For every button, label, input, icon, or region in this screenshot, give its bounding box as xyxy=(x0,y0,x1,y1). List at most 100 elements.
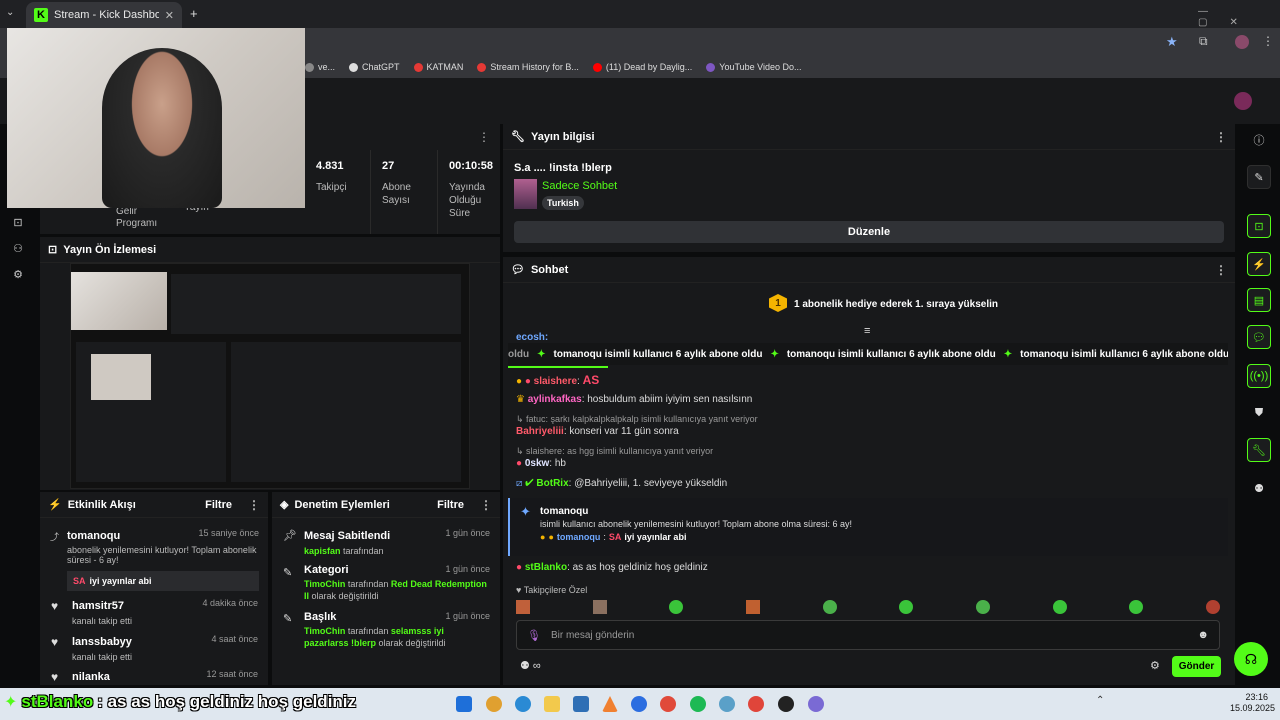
chat-username[interactable]: tomanoqu xyxy=(557,532,601,542)
tab-kick-dashboard[interactable]: K Stream - Kick Dashboard ✕ xyxy=(26,2,182,28)
gift-banner-text[interactable]: 1 abonelik hediye ederek 1. sıraya yükse… xyxy=(794,299,998,310)
emote-icon[interactable] xyxy=(592,600,607,614)
emote-icon[interactable] xyxy=(1205,600,1220,614)
app-icon[interactable] xyxy=(573,696,589,712)
star-icon[interactable]: ★ xyxy=(1166,34,1178,50)
emote-icon[interactable] xyxy=(745,600,760,614)
kick-logo-icon: K xyxy=(34,8,48,22)
category-thumbnail xyxy=(514,179,537,209)
bookmark-item[interactable]: (11) Dead by Daylig... xyxy=(592,62,692,72)
chat-username[interactable]: BotRix xyxy=(536,478,568,489)
pencil-icon[interactable]: ✎ xyxy=(1247,165,1271,189)
settings-icon[interactable]: ⚙ xyxy=(8,264,28,284)
microphone-icon[interactable]: 🎙︎ xyxy=(527,629,541,642)
activity-time: 4 dakika önce xyxy=(202,598,258,608)
wrench-icon[interactable]: 🔧︎ xyxy=(1247,438,1271,462)
chrome-icon[interactable] xyxy=(748,696,764,712)
app-icon[interactable] xyxy=(631,696,647,712)
chat-input[interactable]: 🎙︎ Bir mesaj gönderin ☻ xyxy=(516,620,1220,650)
start-icon[interactable] xyxy=(456,696,472,712)
emote-icon[interactable] xyxy=(669,600,684,614)
broadcast-icon[interactable]: ((•)) xyxy=(1247,364,1271,388)
stat-revenue-label: Gelir Programı xyxy=(116,206,158,229)
emote-icon[interactable] xyxy=(1052,600,1067,614)
activity-user: lanssbabyy xyxy=(72,636,132,648)
bookmark-item[interactable]: YouTube Video Do... xyxy=(706,62,802,72)
app-icon[interactable] xyxy=(719,696,735,712)
emote-icon[interactable] xyxy=(899,600,914,614)
profile-avatar[interactable] xyxy=(1235,35,1249,49)
activity-text: kanalı takip etti xyxy=(72,652,133,662)
preview-icon[interactable]: ⊡ xyxy=(8,212,28,232)
edge-icon[interactable] xyxy=(515,696,531,712)
sa-emote: SA xyxy=(73,576,86,586)
emoji-icon[interactable]: ☻ xyxy=(1197,629,1209,641)
close-icon[interactable]: ✕ xyxy=(165,9,174,22)
sparkle-icon: ✦ xyxy=(1003,348,1013,360)
bookmark-item[interactable]: ve... xyxy=(305,62,335,72)
moderation-item: Başlık 1 gün önce TimoChin tarafından se… xyxy=(304,610,490,649)
resub-icon: ⤴ xyxy=(50,532,60,542)
tray-expand-icon[interactable]: ⌃ xyxy=(1096,695,1104,706)
app-icon[interactable] xyxy=(486,696,502,712)
more-options-icon[interactable]: ⋮ xyxy=(480,498,492,512)
chat-message: Bahriyeliii: konseri var 11 gün sonra xyxy=(516,426,679,437)
emote-icon[interactable] xyxy=(516,600,530,614)
new-tab-icon[interactable]: + xyxy=(190,6,198,21)
emote-icon[interactable] xyxy=(1129,600,1144,614)
window-controls[interactable]: —▢✕ xyxy=(1198,6,1280,28)
gear-icon[interactable]: ⚙ xyxy=(1150,659,1160,672)
mod-icon[interactable]: ⛊ xyxy=(1247,401,1271,425)
chat-username[interactable]: 0skw xyxy=(525,458,549,469)
users-icon[interactable]: ⚉ xyxy=(1247,476,1271,500)
ticker-item: tomanoqu isimli kullanıcı 6 aylık abone … xyxy=(786,348,996,360)
more-options-icon[interactable]: ⋮ xyxy=(1215,130,1227,144)
bookmark-item[interactable]: ChatGPT xyxy=(349,62,400,72)
extensions-icon[interactable]: ⧉ xyxy=(1199,34,1208,49)
chat-username[interactable]: slaishere xyxy=(534,376,577,387)
clock[interactable]: 23:16 15.09.2025 xyxy=(1230,692,1275,714)
filter-icon[interactable]: ≡ xyxy=(864,325,870,337)
menu-icon[interactable]: ⋮ xyxy=(1262,34,1274,48)
user-avatar[interactable] xyxy=(1234,92,1252,110)
chat-username[interactable]: aylinkafkas xyxy=(528,394,582,405)
spotify-icon[interactable] xyxy=(690,696,706,712)
activity-user: tomanoqu xyxy=(67,530,121,542)
preview-panel: ⊡ Yayın Ön İzlemesi xyxy=(40,237,500,490)
send-button[interactable]: Gönder xyxy=(1172,656,1221,677)
emote-icon[interactable] xyxy=(975,600,990,614)
chat-bubble-icon[interactable]: 💬︎ xyxy=(1247,325,1271,349)
support-button[interactable]: ☊ xyxy=(1234,642,1268,676)
more-options-icon[interactable]: ⋮ xyxy=(1215,263,1227,277)
more-options-icon[interactable]: ⋮ xyxy=(248,498,260,512)
more-options-icon[interactable]: ⋮ xyxy=(478,130,490,144)
bolt-icon[interactable]: ⚡ xyxy=(1247,252,1271,276)
chat-text: : as as hoş geldiniz hoş geldiniz xyxy=(567,562,708,573)
users-icon[interactable]: ⚉ ∞ xyxy=(520,659,541,672)
wrench-icon: 🔧︎ xyxy=(511,131,525,143)
chat-username[interactable]: stBlanko xyxy=(525,562,567,573)
bot-badge-icon: ⧄ xyxy=(516,478,523,489)
edit-stream-button[interactable]: Düzenle xyxy=(514,221,1224,243)
obs-icon[interactable] xyxy=(778,696,794,712)
moderation-filter-button[interactable]: Filtre xyxy=(437,499,464,511)
partial-user: ecosh: xyxy=(516,332,549,343)
preview-icon[interactable]: ⊡ xyxy=(1247,214,1271,238)
folder-icon[interactable] xyxy=(544,696,560,712)
activity-filter-button[interactable]: Filtre xyxy=(205,499,232,511)
app-icon[interactable] xyxy=(808,696,824,712)
document-icon[interactable]: ▤ xyxy=(1247,288,1271,312)
category-link[interactable]: Sadece Sohbet xyxy=(542,180,617,192)
users-icon[interactable]: ⚇ xyxy=(8,238,28,258)
chat-username[interactable]: Bahriyeliii xyxy=(516,426,564,437)
sub-card-user[interactable]: tomanoqu xyxy=(540,506,588,517)
activity-item: lanssbabyy 4 saat önce kanalı takip etti xyxy=(72,634,258,662)
bookmark-item[interactable]: KATMAN xyxy=(413,62,463,72)
activity-text: kanalı takip etti xyxy=(72,616,133,626)
info-icon[interactable]: ⓘ xyxy=(1247,128,1271,152)
bookmark-item[interactable]: Stream History for B... xyxy=(477,62,579,72)
stream-preview-video[interactable] xyxy=(70,263,470,489)
tab-list-icon[interactable]: ⌄ xyxy=(6,7,14,18)
chrome-icon[interactable] xyxy=(660,696,676,712)
emote-icon[interactable] xyxy=(822,600,837,614)
